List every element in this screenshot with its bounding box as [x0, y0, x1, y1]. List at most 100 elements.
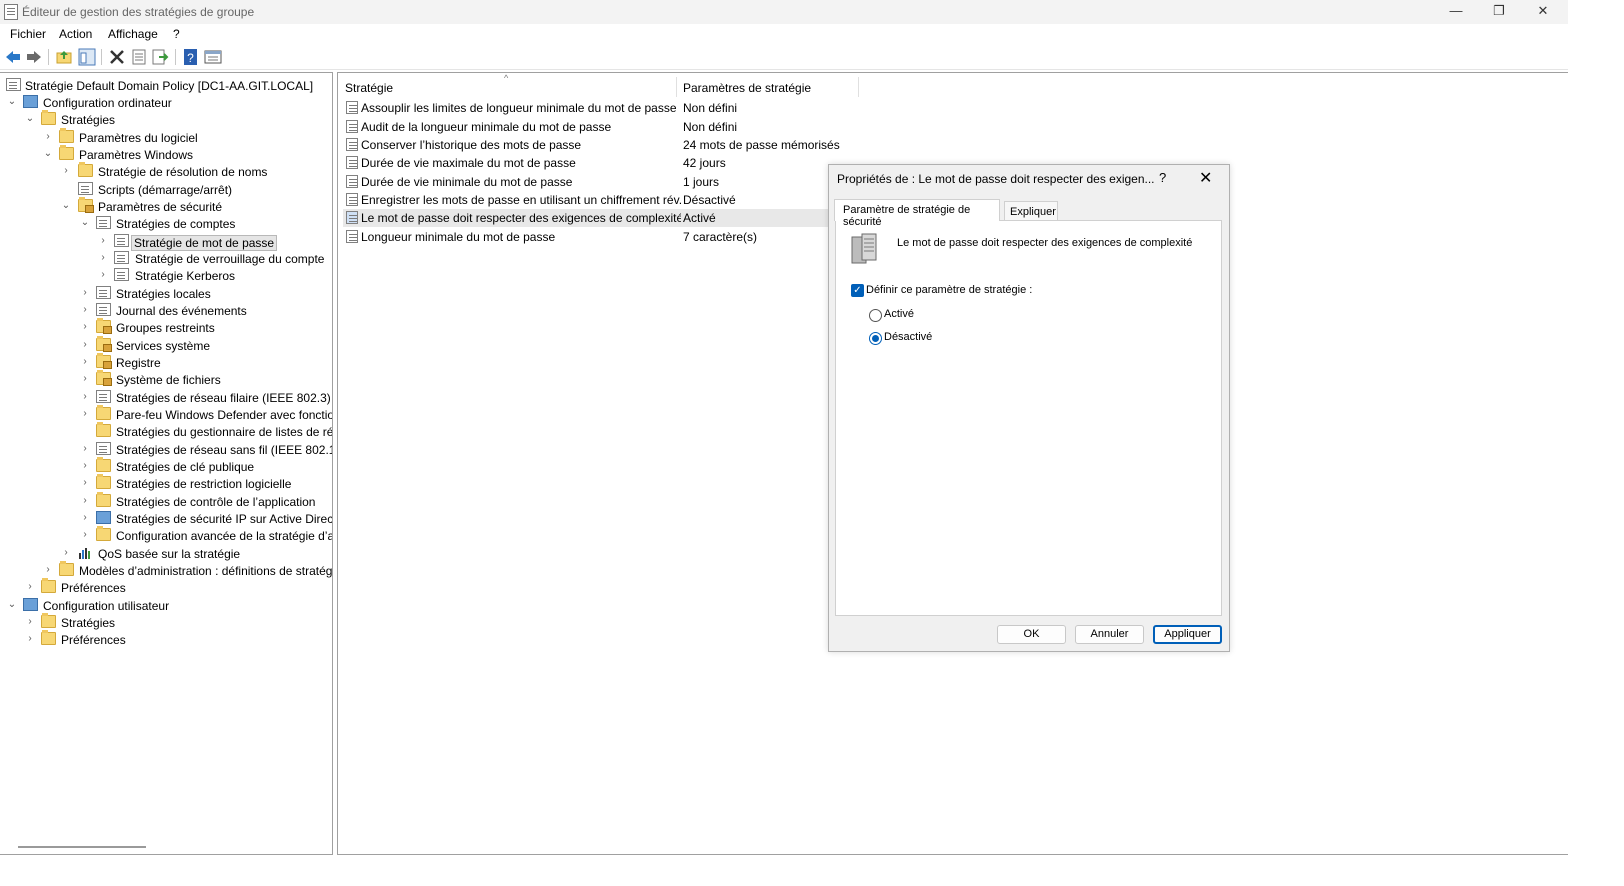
chevron-right-icon[interactable]: ›	[43, 131, 53, 143]
chevron-down-icon[interactable]: ⌄	[80, 217, 90, 229]
policy-icon	[114, 251, 129, 264]
cancel-button[interactable]: Annuler	[1075, 625, 1144, 644]
define-policy-checkbox[interactable]: ✓	[851, 284, 864, 297]
folder-icon	[96, 457, 111, 472]
chevron-right-icon[interactable]: ›	[25, 581, 35, 593]
list-row[interactable]: Durée de vie minimale du mot de passe 1 …	[343, 173, 829, 191]
chevron-right-icon[interactable]: ›	[98, 235, 108, 247]
ok-button[interactable]: OK	[997, 625, 1066, 644]
radio-enabled-label: Activé	[884, 308, 914, 320]
tab-panel: Le mot de passe doit respecter des exige…	[835, 220, 1222, 616]
folder-icon	[41, 578, 56, 593]
chevron-down-icon[interactable]: ⌄	[43, 148, 53, 160]
horizontal-scrollbar[interactable]	[18, 846, 146, 848]
chevron-right-icon[interactable]: ›	[98, 269, 108, 281]
list-row-selected[interactable]: Le mot de passe doit respecter des exige…	[343, 209, 829, 227]
radio-disabled[interactable]	[869, 332, 882, 345]
chevron-right-icon[interactable]: ›	[80, 477, 90, 489]
chevron-right-icon[interactable]: ›	[80, 443, 90, 455]
list-row[interactable]: Conserver l’historique des mots de passe…	[343, 136, 840, 154]
export-icon[interactable]	[151, 48, 169, 66]
wireless-icon	[96, 442, 111, 455]
column-header-policy[interactable]: Stratégie	[345, 81, 393, 95]
chevron-down-icon[interactable]: ⌄	[7, 599, 17, 611]
apply-button[interactable]: Appliquer	[1153, 625, 1222, 644]
properties-dialog[interactable]: Propriétés de : Le mot de passe doit res…	[828, 164, 1230, 652]
chevron-right-icon[interactable]: ›	[80, 408, 90, 420]
chevron-right-icon[interactable]: ›	[80, 391, 90, 403]
menu-affichage[interactable]: Affichage	[108, 27, 158, 41]
policy-doc-icon	[6, 78, 21, 91]
list-row[interactable]: Longueur minimale du mot de passe 7 cara…	[343, 228, 829, 246]
up-folder-icon[interactable]	[55, 48, 73, 66]
list-row[interactable]: Assouplir les limites de longueur minima…	[343, 99, 829, 117]
chevron-right-icon[interactable]: ›	[61, 165, 71, 177]
properties-icon[interactable]	[130, 48, 148, 66]
chevron-down-icon[interactable]: ⌄	[25, 113, 35, 125]
menu-help[interactable]: ?	[173, 27, 180, 41]
security-folder-icon	[96, 336, 112, 352]
chevron-right-icon[interactable]: ›	[80, 356, 90, 368]
chevron-right-icon[interactable]: ›	[80, 304, 90, 316]
script-icon	[78, 182, 93, 195]
qos-chart-icon	[79, 548, 90, 559]
chevron-down-icon[interactable]: ⌄	[61, 200, 71, 212]
policy-item-icon	[346, 193, 358, 206]
chevron-right-icon[interactable]: ›	[25, 616, 35, 628]
delete-icon[interactable]	[108, 48, 126, 66]
chevron-right-icon[interactable]: ›	[80, 495, 90, 507]
column-separator[interactable]	[676, 77, 677, 97]
ipsec-icon	[96, 511, 111, 524]
dialog-close-button[interactable]: ✕	[1199, 168, 1212, 188]
tab-explain[interactable]: Expliquer	[1004, 201, 1058, 221]
policy-item-icon	[346, 230, 358, 243]
toolbar-separator	[101, 49, 102, 65]
app-icon	[4, 4, 18, 20]
chevron-right-icon[interactable]: ›	[43, 564, 53, 576]
policy-item-icon	[346, 138, 358, 151]
menu-fichier[interactable]: Fichier	[10, 27, 46, 41]
radio-enabled[interactable]	[869, 309, 882, 322]
toolbar: ?	[0, 45, 1568, 70]
toolbar-separator	[175, 49, 176, 65]
list-row[interactable]: Audit de la longueur minimale du mot de …	[343, 118, 829, 136]
chevron-right-icon[interactable]: ›	[80, 287, 90, 299]
column-header-setting[interactable]: Paramètres de stratégie	[683, 81, 811, 95]
console-icon[interactable]	[204, 48, 222, 66]
menu-action[interactable]: Action	[59, 27, 92, 41]
list-row[interactable]: Enregistrer les mots de passe en utilisa…	[343, 191, 829, 209]
chevron-right-icon[interactable]: ›	[80, 460, 90, 472]
show-hide-tree-icon[interactable]	[78, 48, 96, 66]
network-icon	[96, 390, 111, 403]
close-button[interactable]: ✕	[1521, 0, 1565, 24]
help-icon[interactable]: ?	[182, 48, 200, 66]
folder-icon	[78, 162, 93, 177]
policy-item-icon	[346, 156, 358, 169]
svg-text:?: ?	[187, 51, 194, 65]
tab-security-setting[interactable]: Paramètre de stratégie de sécurité	[834, 199, 1000, 228]
chevron-right-icon[interactable]: ›	[25, 633, 35, 645]
chevron-right-icon[interactable]: ›	[80, 373, 90, 385]
chevron-right-icon[interactable]: ›	[80, 339, 90, 351]
dialog-help-button[interactable]: ?	[1159, 170, 1166, 185]
chevron-right-icon[interactable]: ›	[61, 547, 71, 559]
folder-icon	[96, 474, 111, 489]
toolbar-separator	[48, 49, 49, 65]
chevron-right-icon[interactable]: ›	[80, 321, 90, 333]
tree-pane[interactable]: Stratégie Default Domain Policy [DC1-AA.…	[0, 72, 333, 855]
restore-button[interactable]: ❐	[1477, 0, 1521, 24]
minimize-button[interactable]: —	[1434, 0, 1478, 24]
column-separator[interactable]	[858, 77, 859, 97]
chevron-right-icon[interactable]: ›	[98, 252, 108, 264]
policy-icon	[96, 216, 111, 229]
forward-icon[interactable]	[25, 48, 43, 66]
security-folder-icon	[96, 318, 112, 334]
chevron-right-icon[interactable]: ›	[80, 512, 90, 524]
list-row[interactable]: Durée de vie maximale du mot de passe 42…	[343, 154, 829, 172]
folder-icon	[41, 613, 56, 628]
folder-icon	[59, 561, 74, 576]
chevron-right-icon[interactable]: ›	[80, 529, 90, 541]
back-icon[interactable]	[4, 48, 22, 66]
window-title: Éditeur de gestion des stratégies de gro…	[22, 5, 255, 19]
chevron-down-icon[interactable]: ⌄	[7, 96, 17, 108]
